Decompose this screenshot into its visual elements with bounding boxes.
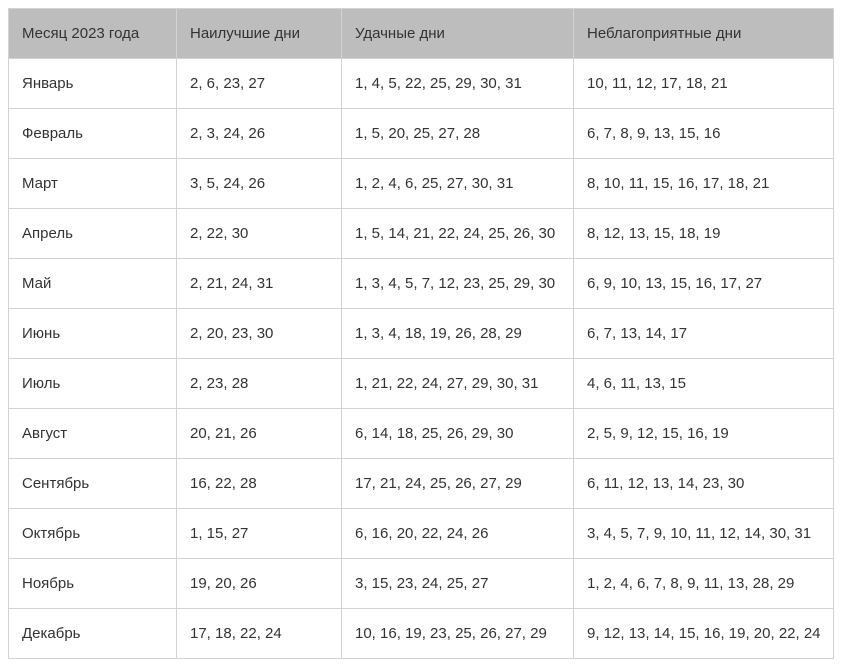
best-days-cell: 2, 6, 23, 27 — [176, 58, 342, 109]
month-cell: Февраль — [8, 108, 177, 159]
header-month: Месяц 2023 года — [8, 8, 177, 59]
unfavorable-days-cell: 4, 6, 11, 13, 15 — [573, 358, 834, 409]
good-days-cell: 10, 16, 19, 23, 25, 26, 27, 29 — [341, 608, 574, 659]
table-row: Февраль 2, 3, 24, 26 1, 5, 20, 25, 27, 2… — [8, 108, 834, 159]
good-days-cell: 1, 3, 4, 18, 19, 26, 28, 29 — [341, 308, 574, 359]
table-row: Апрель 2, 22, 30 1, 5, 14, 21, 22, 24, 2… — [8, 208, 834, 259]
unfavorable-days-cell: 3, 4, 5, 7, 9, 10, 11, 12, 14, 30, 31 — [573, 508, 834, 559]
table-row: Декабрь 17, 18, 22, 24 10, 16, 19, 23, 2… — [8, 608, 834, 659]
table-row: Июль 2, 23, 28 1, 21, 22, 24, 27, 29, 30… — [8, 358, 834, 409]
best-days-cell: 19, 20, 26 — [176, 558, 342, 609]
good-days-cell: 3, 15, 23, 24, 25, 27 — [341, 558, 574, 609]
best-days-cell: 2, 3, 24, 26 — [176, 108, 342, 159]
unfavorable-days-cell: 1, 2, 4, 6, 7, 8, 9, 11, 13, 28, 29 — [573, 558, 834, 609]
table-row: Январь 2, 6, 23, 27 1, 4, 5, 22, 25, 29,… — [8, 58, 834, 109]
month-cell: Май — [8, 258, 177, 309]
good-days-cell: 1, 5, 14, 21, 22, 24, 25, 26, 30 — [341, 208, 574, 259]
table-row: Сентябрь 16, 22, 28 17, 21, 24, 25, 26, … — [8, 458, 834, 509]
best-days-cell: 2, 23, 28 — [176, 358, 342, 409]
good-days-cell: 1, 2, 4, 6, 25, 27, 30, 31 — [341, 158, 574, 209]
unfavorable-days-cell: 6, 11, 12, 13, 14, 23, 30 — [573, 458, 834, 509]
unfavorable-days-cell: 9, 12, 13, 14, 15, 16, 19, 20, 22, 24 — [573, 608, 834, 659]
calendar-table-container: Месяц 2023 года Наилучшие дни Удачные дн… — [8, 8, 834, 659]
good-days-cell: 6, 16, 20, 22, 24, 26 — [341, 508, 574, 559]
best-days-cell: 20, 21, 26 — [176, 408, 342, 459]
best-days-cell: 2, 22, 30 — [176, 208, 342, 259]
table-row: Июнь 2, 20, 23, 30 1, 3, 4, 18, 19, 26, … — [8, 308, 834, 359]
unfavorable-days-cell: 10, 11, 12, 17, 18, 21 — [573, 58, 834, 109]
table-row: Ноябрь 19, 20, 26 3, 15, 23, 24, 25, 27 … — [8, 558, 834, 609]
best-days-cell: 2, 20, 23, 30 — [176, 308, 342, 359]
header-best-days: Наилучшие дни — [176, 8, 342, 59]
month-cell: Март — [8, 158, 177, 209]
unfavorable-days-cell: 2, 5, 9, 12, 15, 16, 19 — [573, 408, 834, 459]
month-cell: Сентябрь — [8, 458, 177, 509]
unfavorable-days-cell: 8, 10, 11, 15, 16, 17, 18, 21 — [573, 158, 834, 209]
good-days-cell: 1, 5, 20, 25, 27, 28 — [341, 108, 574, 159]
table-row: Август 20, 21, 26 6, 14, 18, 25, 26, 29,… — [8, 408, 834, 459]
month-cell: Октябрь — [8, 508, 177, 559]
table-row: Май 2, 21, 24, 31 1, 3, 4, 5, 7, 12, 23,… — [8, 258, 834, 309]
best-days-cell: 2, 21, 24, 31 — [176, 258, 342, 309]
header-good-days: Удачные дни — [341, 8, 574, 59]
best-days-cell: 16, 22, 28 — [176, 458, 342, 509]
lunar-calendar-table: Месяц 2023 года Наилучшие дни Удачные дн… — [8, 8, 834, 659]
header-row: Месяц 2023 года Наилучшие дни Удачные дн… — [8, 8, 834, 59]
good-days-cell: 1, 4, 5, 22, 25, 29, 30, 31 — [341, 58, 574, 109]
good-days-cell: 6, 14, 18, 25, 26, 29, 30 — [341, 408, 574, 459]
unfavorable-days-cell: 6, 9, 10, 13, 15, 16, 17, 27 — [573, 258, 834, 309]
table-body: Январь 2, 6, 23, 27 1, 4, 5, 22, 25, 29,… — [8, 58, 834, 659]
unfavorable-days-cell: 8, 12, 13, 15, 18, 19 — [573, 208, 834, 259]
month-cell: Август — [8, 408, 177, 459]
month-cell: Ноябрь — [8, 558, 177, 609]
month-cell: Январь — [8, 58, 177, 109]
header-unfavorable-days: Неблагоприятные дни — [573, 8, 834, 59]
table-row: Март 3, 5, 24, 26 1, 2, 4, 6, 25, 27, 30… — [8, 158, 834, 209]
good-days-cell: 1, 21, 22, 24, 27, 29, 30, 31 — [341, 358, 574, 409]
best-days-cell: 17, 18, 22, 24 — [176, 608, 342, 659]
month-cell: Апрель — [8, 208, 177, 259]
good-days-cell: 1, 3, 4, 5, 7, 12, 23, 25, 29, 30 — [341, 258, 574, 309]
table-row: Октябрь 1, 15, 27 6, 16, 20, 22, 24, 26 … — [8, 508, 834, 559]
best-days-cell: 1, 15, 27 — [176, 508, 342, 559]
unfavorable-days-cell: 6, 7, 8, 9, 13, 15, 16 — [573, 108, 834, 159]
table-header: Месяц 2023 года Наилучшие дни Удачные дн… — [8, 8, 834, 59]
good-days-cell: 17, 21, 24, 25, 26, 27, 29 — [341, 458, 574, 509]
month-cell: Июнь — [8, 308, 177, 359]
unfavorable-days-cell: 6, 7, 13, 14, 17 — [573, 308, 834, 359]
best-days-cell: 3, 5, 24, 26 — [176, 158, 342, 209]
month-cell: Декабрь — [8, 608, 177, 659]
month-cell: Июль — [8, 358, 177, 409]
